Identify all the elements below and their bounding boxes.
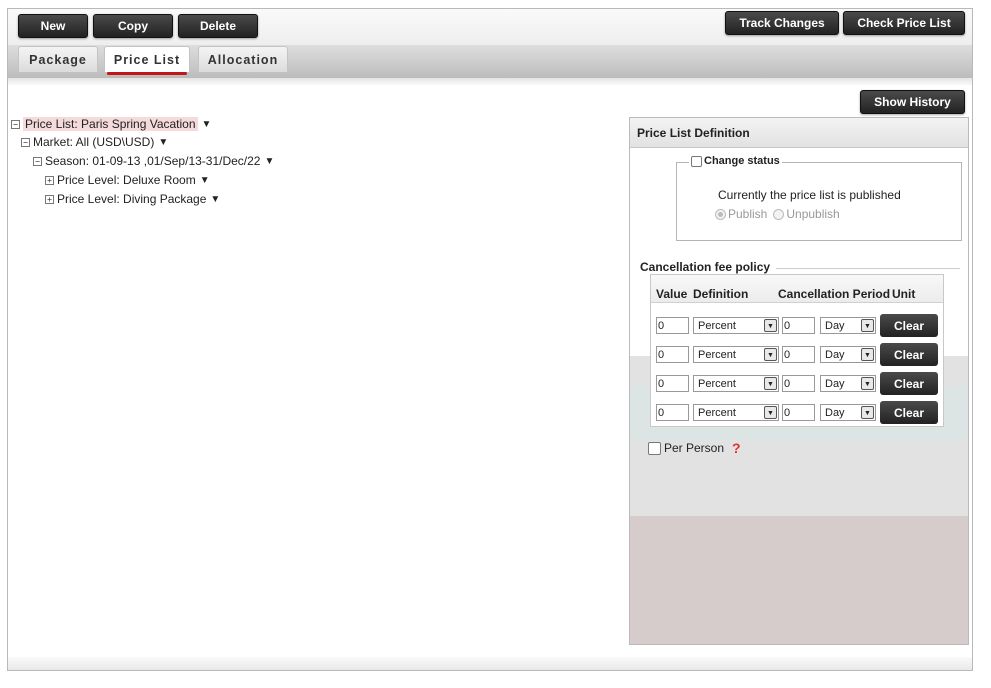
tree-node-label[interactable]: Price Level: Diving Package <box>57 192 206 206</box>
publish-label: Publish <box>728 207 768 221</box>
collapse-icon[interactable]: − <box>21 137 30 147</box>
tree-node-market[interactable]: − Market: All (USD\USD) ▼ <box>21 135 168 149</box>
table-row: 0 Percent ▼ 0 Day ▼ Clear <box>651 340 943 369</box>
top-toolbar: New Copy Delete Track Changes Check Pric… <box>8 9 972 45</box>
table-row: 0 Percent ▼ 0 Day ▼ Clear <box>651 369 943 398</box>
dropdown-arrow-icon[interactable]: ▼ <box>264 156 274 167</box>
panel-title: Price List Definition <box>630 118 968 148</box>
chevron-down-icon: ▼ <box>764 348 777 361</box>
collapse-icon[interactable]: − <box>11 119 20 129</box>
unit-select[interactable]: Day ▼ <box>820 317 876 334</box>
tab-price-list[interactable]: Price List <box>104 46 190 75</box>
delete-button[interactable]: Delete <box>178 14 258 38</box>
clear-button[interactable]: Clear <box>880 314 938 337</box>
value-input[interactable]: 0 <box>656 346 689 363</box>
column-header-value: Value <box>656 287 688 301</box>
unpublish-radio[interactable] <box>773 208 785 220</box>
clear-button[interactable]: Clear <box>880 401 938 424</box>
unit-select[interactable]: Day ▼ <box>820 404 876 421</box>
chevron-down-icon: ▼ <box>861 348 874 361</box>
tree-node-label[interactable]: Season: 01-09-13 ,01/Sep/13-31/Dec/22 <box>45 154 260 168</box>
definition-select[interactable]: Percent ▼ <box>693 317 779 334</box>
tree-node-price-level-deluxe[interactable]: + Price Level: Deluxe Room ▼ <box>45 173 210 187</box>
column-header-definition: Definition <box>693 287 749 301</box>
collapse-icon[interactable]: − <box>33 156 42 166</box>
definition-value: Percent <box>698 320 736 332</box>
status-text: Currently the price list is published <box>718 188 901 202</box>
definition-select[interactable]: Percent ▼ <box>693 375 779 392</box>
expand-icon[interactable]: + <box>45 175 54 185</box>
bottom-bar <box>8 657 972 670</box>
table-header: Value Definition Cancellation Period Uni… <box>651 275 943 303</box>
tab-package[interactable]: Package <box>18 46 98 72</box>
unit-value: Day <box>825 378 845 390</box>
definition-value: Percent <box>698 349 736 361</box>
app-frame: New Copy Delete Track Changes Check Pric… <box>7 8 973 671</box>
dropdown-arrow-icon[interactable]: ▼ <box>210 194 220 205</box>
tree-node-price-list[interactable]: − Price List: Paris Spring Vacation ▼ <box>11 117 211 131</box>
clear-button[interactable]: Clear <box>880 343 938 366</box>
price-list-definition-panel: Price List Definition Change status Curr… <box>629 117 969 645</box>
period-input[interactable]: 0 <box>782 404 815 421</box>
table-row: 0 Percent ▼ 0 Day ▼ Clear <box>651 398 943 427</box>
publish-options: Publish Unpublish <box>715 207 840 221</box>
value-input[interactable]: 0 <box>656 317 689 334</box>
chevron-down-icon: ▼ <box>764 406 777 419</box>
tab-bar: Package Price List Allocation <box>8 45 972 78</box>
chevron-down-icon: ▼ <box>764 377 777 390</box>
unit-value: Day <box>825 407 845 419</box>
per-person-option: Per Person ? <box>648 440 741 456</box>
change-status-label: Change status <box>704 155 780 167</box>
tab-underbar <box>8 78 972 85</box>
chevron-down-icon: ▼ <box>861 377 874 390</box>
column-header-cancellation-period: Cancellation Period <box>778 287 891 301</box>
per-person-checkbox[interactable] <box>648 441 661 455</box>
definition-value: Percent <box>698 378 736 390</box>
value-input[interactable]: 0 <box>656 375 689 392</box>
question-icon[interactable]: ? <box>732 440 741 456</box>
change-status-fieldset: Change status Currently the price list i… <box>676 155 962 241</box>
chevron-down-icon: ▼ <box>861 319 874 332</box>
period-input[interactable]: 0 <box>782 346 815 363</box>
show-history-button[interactable]: Show History <box>860 90 965 114</box>
tab-allocation[interactable]: Allocation <box>198 46 288 72</box>
tree-node-season[interactable]: − Season: 01-09-13 ,01/Sep/13-31/Dec/22 … <box>33 154 274 168</box>
tree-node-price-level-diving[interactable]: + Price Level: Diving Package ▼ <box>45 192 220 206</box>
table-row: 0 Percent ▼ 0 Day ▼ Clear <box>651 311 943 340</box>
change-status-legend: Change status <box>689 155 782 167</box>
definition-value: Percent <box>698 407 736 419</box>
new-button[interactable]: New <box>18 14 88 38</box>
value-input[interactable]: 0 <box>656 404 689 421</box>
section-divider <box>776 268 960 269</box>
check-price-list-button[interactable]: Check Price List <box>843 11 965 35</box>
unit-value: Day <box>825 320 845 332</box>
unpublish-label: Unpublish <box>786 207 840 221</box>
unit-value: Day <box>825 349 845 361</box>
copy-button[interactable]: Copy <box>93 14 173 38</box>
period-input[interactable]: 0 <box>782 317 815 334</box>
chevron-down-icon: ▼ <box>861 406 874 419</box>
chevron-down-icon: ▼ <box>764 319 777 332</box>
column-header-unit: Unit <box>892 287 916 301</box>
cancellation-table: Value Definition Cancellation Period Uni… <box>650 274 944 427</box>
tree-node-label[interactable]: Price List: Paris Spring Vacation <box>23 117 198 131</box>
track-changes-button[interactable]: Track Changes <box>725 11 839 35</box>
unit-select[interactable]: Day ▼ <box>820 375 876 392</box>
clear-button[interactable]: Clear <box>880 372 938 395</box>
change-status-checkbox[interactable] <box>691 155 702 167</box>
unit-select[interactable]: Day ▼ <box>820 346 876 363</box>
publish-radio[interactable] <box>715 208 726 220</box>
dropdown-arrow-icon[interactable]: ▼ <box>202 119 212 130</box>
dropdown-arrow-icon[interactable]: ▼ <box>158 137 168 148</box>
period-input[interactable]: 0 <box>782 375 815 392</box>
definition-select[interactable]: Percent ▼ <box>693 346 779 363</box>
dropdown-arrow-icon[interactable]: ▼ <box>200 175 210 186</box>
tree-node-label[interactable]: Price Level: Deluxe Room <box>57 173 196 187</box>
definition-select[interactable]: Percent ▼ <box>693 404 779 421</box>
cancellation-policy-title: Cancellation fee policy <box>640 260 771 274</box>
per-person-label: Per Person <box>664 441 725 455</box>
tree-node-label[interactable]: Market: All (USD\USD) <box>33 135 154 149</box>
expand-icon[interactable]: + <box>45 194 54 204</box>
